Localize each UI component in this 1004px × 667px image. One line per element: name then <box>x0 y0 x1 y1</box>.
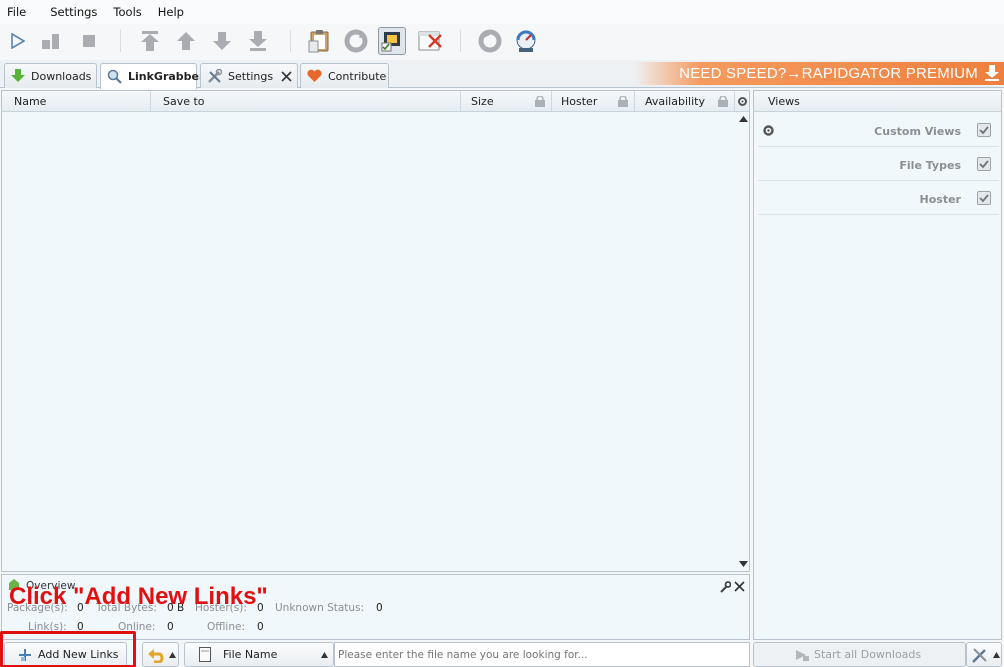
dropdown-arrow-icon <box>993 651 1000 658</box>
views-sidebar: Views Custom Views File Types Hoster <box>753 90 1002 640</box>
column-header-availability[interactable]: Availability <box>635 91 735 111</box>
column-settings-icon[interactable] <box>737 96 748 107</box>
undo-icon <box>148 648 164 663</box>
column-header-hoster[interactable]: Hoster <box>552 91 635 111</box>
offline-count-label: Offline: <box>207 621 245 633</box>
update-icon[interactable] <box>476 27 504 55</box>
filter-type-label: File Name <box>223 648 278 661</box>
offline-count-value: 0 <box>257 621 264 633</box>
unknown-status-value: 0 <box>376 602 383 614</box>
column-label: Hoster <box>561 95 598 108</box>
callout-highlight-box <box>0 631 136 667</box>
download-arrow-icon <box>985 65 999 81</box>
tab-downloads[interactable]: Downloads <box>4 63 97 88</box>
move-bottom-icon[interactable] <box>244 27 272 55</box>
promo-text: NEED SPEED?→RAPIDGATOR PREMIUM <box>679 65 978 82</box>
tab-label: Settings <box>228 69 274 83</box>
filter-type-select[interactable]: File Name <box>184 642 334 667</box>
column-label: Size <box>471 95 494 108</box>
tutorial-callout: Click "Add New Links" <box>9 583 268 610</box>
search-input[interactable] <box>334 642 750 667</box>
link-table: Name Save to Size Hoster Availability <box>1 90 750 572</box>
clipboard-icon[interactable] <box>306 27 334 55</box>
quick-settings-button[interactable] <box>966 642 1002 667</box>
lock-icon <box>618 96 628 107</box>
view-label: File Types <box>899 159 961 172</box>
tab-label: LinkGrabber <box>128 70 205 83</box>
undo-button[interactable] <box>142 642 179 667</box>
menu-settings[interactable]: Settings <box>47 5 106 19</box>
file-icon <box>199 647 211 662</box>
toolbar-separator <box>460 30 461 52</box>
lock-icon <box>535 96 545 107</box>
vertical-scrollbar[interactable] <box>737 112 749 571</box>
toolbar <box>0 24 1004 60</box>
reconnect-icon[interactable] <box>342 27 370 55</box>
scroll-up-icon[interactable] <box>739 116 748 122</box>
online-count-value: 0 <box>167 621 174 633</box>
table-body[interactable] <box>2 112 737 571</box>
view-row-file-types[interactable]: File Types <box>758 147 999 181</box>
start-all-downloads-label: Start all Downloads <box>814 648 922 661</box>
close-icon[interactable] <box>281 70 292 82</box>
wrench-icon[interactable] <box>719 581 731 593</box>
view-checkbox[interactable] <box>977 191 991 205</box>
tab-label: Contribute <box>328 69 387 83</box>
move-top-icon[interactable] <box>136 27 164 55</box>
scroll-down-icon[interactable] <box>739 561 748 567</box>
unknown-status-label: Unknown Status: <box>275 602 365 614</box>
toolbar-separator <box>120 30 121 52</box>
pause-icon[interactable] <box>37 27 65 55</box>
move-up-icon[interactable] <box>172 27 200 55</box>
column-header-size[interactable]: Size <box>461 91 552 111</box>
view-row-hoster[interactable]: Hoster <box>758 181 999 215</box>
tab-settings[interactable]: Settings <box>200 63 298 88</box>
promo-banner[interactable]: NEED SPEED?→RAPIDGATOR PREMIUM <box>634 62 1004 85</box>
tab-contribute[interactable]: Contribute <box>300 63 389 88</box>
tab-label: Downloads <box>31 69 92 83</box>
move-down-icon[interactable] <box>208 27 236 55</box>
close-icon[interactable] <box>734 581 745 592</box>
play-icon[interactable] <box>3 27 31 55</box>
column-header-name[interactable]: Name <box>2 91 151 111</box>
menu-file[interactable]: File <box>4 5 35 19</box>
table-header: Name Save to Size Hoster Availability <box>2 91 749 112</box>
views-title: Views <box>754 91 1001 112</box>
stop-icon[interactable] <box>75 27 103 55</box>
start-downloads-icon <box>796 649 809 661</box>
bottom-bar: Add New Links File Name Start all Downlo… <box>0 642 1004 667</box>
start-all-downloads-button[interactable]: Start all Downloads <box>753 642 966 667</box>
view-label: Custom Views <box>874 125 961 138</box>
dropdown-arrow-icon <box>321 652 328 658</box>
tools-icon <box>972 647 987 663</box>
column-header-save-to[interactable]: Save to <box>151 91 461 111</box>
menu-tools[interactable]: Tools <box>110 5 150 19</box>
menu-help[interactable]: Help <box>155 5 193 19</box>
tab-linkgrabber[interactable]: LinkGrabber <box>100 63 204 89</box>
tools-icon <box>207 68 222 84</box>
download-arrow-icon <box>11 68 25 84</box>
column-label: Availability <box>645 95 705 108</box>
premium-icon[interactable] <box>378 27 406 55</box>
clear-icon[interactable] <box>416 27 444 55</box>
heart-icon <box>307 68 322 84</box>
dropdown-arrow-icon <box>169 651 176 658</box>
lock-icon <box>718 96 728 107</box>
view-checkbox[interactable] <box>977 123 991 137</box>
menu-bar: File Settings Tools Help <box>0 0 1004 24</box>
view-row-custom-views[interactable]: Custom Views <box>758 113 999 147</box>
view-checkbox[interactable] <box>977 157 991 171</box>
gear-icon[interactable] <box>762 124 775 137</box>
speed-icon[interactable] <box>512 27 540 55</box>
view-label: Hoster <box>919 193 961 206</box>
magnifier-icon <box>107 69 122 85</box>
toolbar-separator <box>290 30 291 52</box>
